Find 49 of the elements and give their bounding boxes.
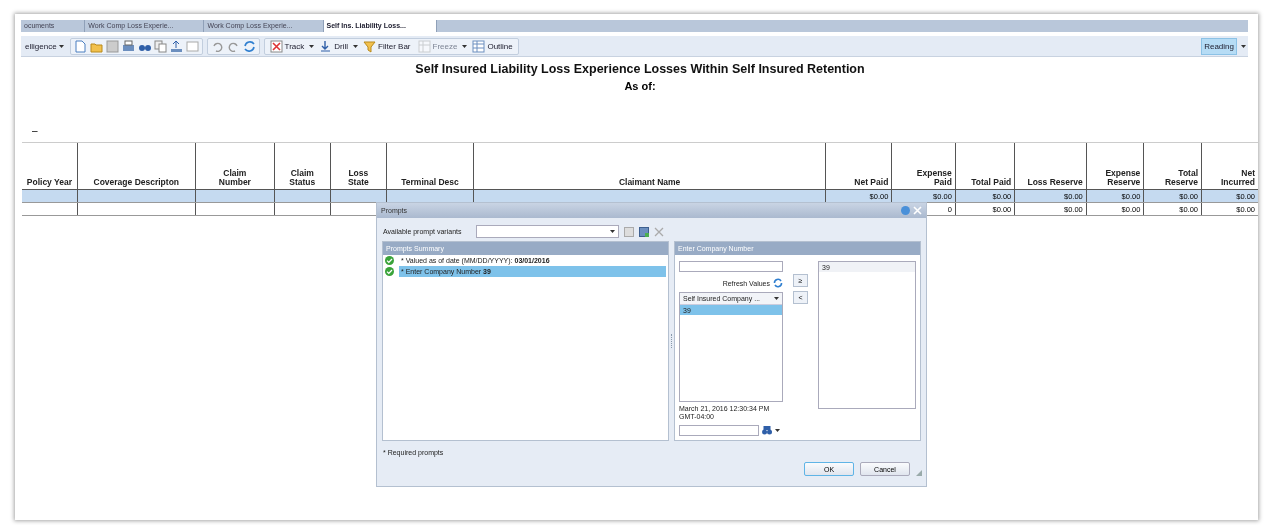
column-header: Coverage Descripton <box>77 142 196 190</box>
drill-icon[interactable] <box>319 39 333 53</box>
column-header: Loss Reserve <box>1014 142 1087 190</box>
save-as-icon[interactable] <box>639 226 650 237</box>
splitter-grip[interactable] <box>670 334 673 348</box>
close-icon[interactable] <box>913 206 922 215</box>
column-header: Net Paid <box>825 142 892 190</box>
caret-icon[interactable] <box>775 428 780 432</box>
caret-icon[interactable] <box>353 44 359 48</box>
column-header: Claimant Name <box>473 142 826 190</box>
report-subtitle: As of: <box>623 80 657 92</box>
document-icon[interactable] <box>73 39 87 53</box>
dash-mark: – <box>32 125 38 136</box>
printer-icon[interactable] <box>121 39 135 53</box>
column-header: Loss State <box>330 142 387 190</box>
delete-icon[interactable] <box>654 226 665 237</box>
caret-icon[interactable] <box>1241 44 1246 48</box>
search-field[interactable] <box>679 424 759 436</box>
export-icon[interactable] <box>169 39 183 53</box>
toolbar-button[interactable]: Track <box>267 39 307 53</box>
copy-icon[interactable] <box>153 39 167 53</box>
column-header: Claim Number <box>195 142 275 190</box>
refresh-icon[interactable] <box>773 278 783 288</box>
toolbar-button[interactable]: Drill <box>317 39 351 53</box>
refresh-icon[interactable] <box>242 39 256 53</box>
view-mode-button[interactable]: Reading <box>1201 37 1237 55</box>
caret-icon[interactable] <box>462 44 468 48</box>
check-icon <box>385 267 394 276</box>
toolbar-button[interactable]: Filter Bar <box>361 39 413 53</box>
caret-icon[interactable] <box>610 230 616 233</box>
search-field[interactable] <box>679 261 783 272</box>
caret-icon[interactable] <box>309 44 315 48</box>
column-header: Total Paid <box>955 142 1015 190</box>
caret-icon[interactable] <box>58 44 64 48</box>
toolbar-button[interactable]: Outline <box>470 39 515 53</box>
column-header: Claim Status <box>274 142 331 190</box>
menu-button[interactable]: elligence <box>23 41 66 51</box>
column-header: Expense Reserve <box>1086 142 1144 190</box>
binoculars-icon[interactable] <box>762 425 772 435</box>
column-header: Policy Year <box>22 142 78 190</box>
report-title: Self Insured Liability Loss Experience Losses Within Self Insured Retention <box>414 62 866 76</box>
check-icon <box>385 256 394 265</box>
help-icon[interactable] <box>901 206 910 215</box>
caret-icon[interactable] <box>774 297 779 300</box>
column-header: Expense Paid <box>891 142 956 190</box>
column-header: Terminal Desc <box>386 142 474 190</box>
column-header: Net Incurred <box>1201 142 1258 190</box>
column-header: Total Reserve <box>1143 142 1202 190</box>
resize-grip-icon[interactable] <box>916 470 922 476</box>
